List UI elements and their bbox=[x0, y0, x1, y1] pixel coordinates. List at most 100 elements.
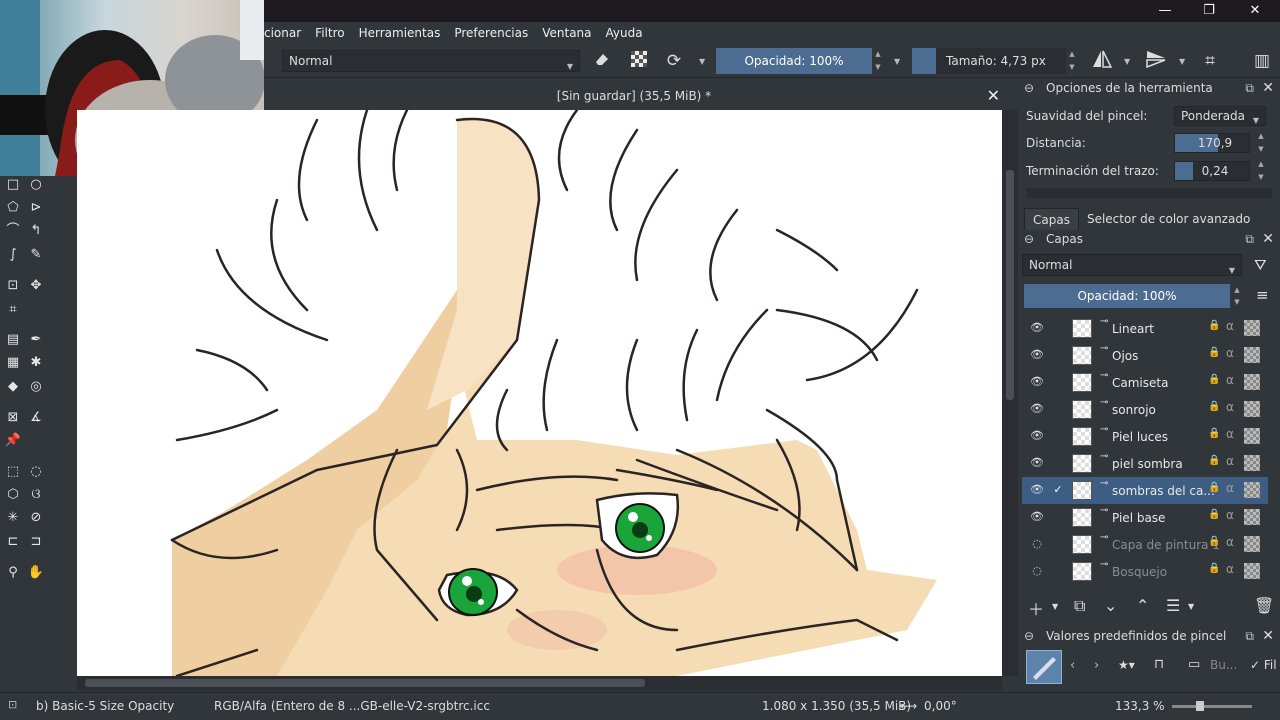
lock-icon[interactable]: 🔒 bbox=[1208, 401, 1220, 412]
rectangle-tool-icon[interactable]: □ bbox=[4, 176, 22, 194]
inherit-alpha-icon[interactable] bbox=[1244, 455, 1260, 471]
gradient-tool-icon[interactable]: ▤ bbox=[4, 331, 22, 349]
layer-row[interactable]: 👁 ⊸ piel sombra 🔒 α bbox=[1022, 450, 1268, 477]
alpha-lock-icon[interactable]: α bbox=[1226, 400, 1234, 414]
measure-tool-icon[interactable]: ∡ bbox=[27, 409, 45, 427]
layer-select-check[interactable] bbox=[1052, 403, 1064, 415]
bezier-select-tool-icon[interactable]: ⊏ bbox=[4, 533, 22, 551]
fill-tool-icon[interactable]: ◆ bbox=[4, 378, 22, 396]
inherit-alpha-icon[interactable] bbox=[1244, 320, 1260, 336]
float-panel-icon[interactable]: ⧉ bbox=[1245, 78, 1254, 98]
brush-preset-icon[interactable]: ⊡ bbox=[8, 698, 17, 711]
lock-icon[interactable]: 🔒 bbox=[1208, 374, 1220, 385]
drawing-canvas[interactable] bbox=[77, 110, 1002, 676]
layer-row[interactable]: 👁 ⊸ Lineart 🔒 α bbox=[1022, 315, 1268, 342]
layer-select-check[interactable] bbox=[1052, 565, 1064, 577]
move-tool-icon[interactable]: ✥ bbox=[27, 277, 45, 295]
zoom-tool-icon[interactable]: ⚲ bbox=[4, 564, 22, 582]
float-panel-icon[interactable]: ⧉ bbox=[1245, 229, 1254, 249]
enclose-fill-tool-icon[interactable]: ◎ bbox=[27, 378, 45, 396]
previous-icon[interactable]: ‹ bbox=[1070, 658, 1075, 673]
lock-icon[interactable]: 🔒 bbox=[1208, 536, 1220, 547]
menu-ventana[interactable]: Ventana bbox=[542, 26, 591, 40]
menu-seleccionar[interactable]: cionar bbox=[264, 26, 301, 40]
layer-row[interactable]: 👁 ⊸ sonrojo 🔒 α bbox=[1022, 396, 1268, 423]
next-icon[interactable]: › bbox=[1094, 658, 1099, 673]
lock-icon[interactable]: 🔒 bbox=[1208, 509, 1220, 520]
hidden-eye-icon[interactable]: ◌ bbox=[1030, 537, 1044, 551]
inherit-alpha-icon[interactable] bbox=[1244, 482, 1260, 498]
polygon-tool-icon[interactable]: ⬠ bbox=[4, 199, 22, 217]
opacity-spin[interactable]: ▲ ▼ bbox=[873, 48, 883, 74]
panels-icon[interactable]: ▥ bbox=[1250, 50, 1274, 72]
mirror-horizontal-icon[interactable] bbox=[1090, 50, 1114, 72]
reload-preset-icon[interactable]: ⟳ bbox=[662, 50, 686, 72]
zoom-slider-handle[interactable] bbox=[1196, 701, 1204, 711]
blend-mode-select[interactable]: Normal ▼ bbox=[282, 50, 580, 72]
menu-filtro[interactable]: Filtro bbox=[315, 26, 344, 40]
alpha-lock-icon[interactable]: α bbox=[1226, 373, 1234, 387]
menu-icon[interactable]: ≡ bbox=[1256, 286, 1269, 304]
freehand-select-tool-icon[interactable]: ଓ bbox=[27, 486, 45, 504]
chevron-down-icon[interactable]: ▼ bbox=[1124, 57, 1130, 66]
layer-select-check[interactable] bbox=[1052, 376, 1064, 388]
polyline-tool-icon[interactable]: ⊳ bbox=[27, 199, 45, 217]
layer-row[interactable]: 👁 ⊸ Piel luces 🔒 α bbox=[1022, 423, 1268, 450]
alpha-lock-icon[interactable]: α bbox=[1226, 535, 1234, 549]
vertical-scrollbar[interactable] bbox=[1002, 110, 1018, 676]
menu-preferencias[interactable]: Preferencias bbox=[454, 26, 528, 40]
freehand-path-tool-icon[interactable]: ↰ bbox=[27, 222, 45, 240]
move-layer-up-icon[interactable]: ⌃ bbox=[1136, 596, 1149, 615]
lock-icon[interactable]: 🔒 bbox=[1208, 482, 1220, 493]
inherit-alpha-icon[interactable] bbox=[1244, 374, 1260, 390]
alpha-lock-icon[interactable]: α bbox=[1226, 481, 1234, 495]
distance-spin[interactable]: ▲ ▼ bbox=[1256, 130, 1266, 156]
add-layer-icon[interactable]: ＋ bbox=[1028, 596, 1044, 620]
menu-ayuda[interactable]: Ayuda bbox=[606, 26, 643, 40]
inherit-alpha-icon[interactable] bbox=[1244, 401, 1260, 417]
maximize-button[interactable]: ❐ bbox=[1186, 0, 1232, 22]
move-layer-down-icon[interactable]: ⌄ bbox=[1104, 596, 1117, 615]
filter-icon[interactable]: ⛛ bbox=[1254, 256, 1267, 274]
chevron-down-icon[interactable]: ▼ bbox=[894, 57, 900, 66]
mirror-vertical-icon[interactable] bbox=[1144, 50, 1168, 72]
brush-smoothing-select[interactable]: Ponderada ▼ bbox=[1174, 106, 1266, 126]
size-spin[interactable]: ▲ ▼ bbox=[1067, 48, 1077, 74]
eye-icon[interactable]: 👁 bbox=[1030, 483, 1044, 497]
stroke-ending-slider[interactable]: 0,24 bbox=[1174, 161, 1250, 181]
preset-search-input[interactable]: Bu... bbox=[1210, 658, 1237, 672]
layer-select-check[interactable] bbox=[1052, 349, 1064, 361]
eye-icon[interactable]: 👁 bbox=[1030, 429, 1044, 443]
lock-icon[interactable]: 🔒 bbox=[1208, 428, 1220, 439]
float-panel-icon[interactable]: ⧉ bbox=[1245, 626, 1254, 646]
pan-tool-icon[interactable]: ✋ bbox=[27, 564, 45, 582]
lock-icon[interactable]: 🔒 bbox=[1208, 563, 1220, 574]
layer-select-check[interactable]: ✓ bbox=[1052, 484, 1064, 496]
similar-select-tool-icon[interactable]: ⊘ bbox=[27, 509, 45, 527]
eye-icon[interactable]: 👁 bbox=[1030, 510, 1044, 524]
eye-icon[interactable]: 👁 bbox=[1030, 375, 1044, 389]
horizontal-scrollbar[interactable] bbox=[77, 676, 1002, 690]
chevron-down-icon[interactable]: ▼ bbox=[699, 57, 705, 66]
multibrush-tool-icon[interactable]: ✎ bbox=[27, 246, 45, 264]
alpha-lock-icon[interactable] bbox=[627, 50, 651, 72]
alpha-lock-icon[interactable]: α bbox=[1226, 508, 1234, 522]
layer-row[interactable]: 👁 ⊸ Piel base 🔒 α bbox=[1022, 504, 1268, 531]
opacity-slider[interactable]: Opacidad: 100% bbox=[716, 48, 872, 74]
color-picker-icon[interactable]: ✒ bbox=[27, 331, 45, 349]
inherit-alpha-icon[interactable] bbox=[1244, 347, 1260, 363]
eye-icon[interactable]: 👁 bbox=[1030, 402, 1044, 416]
ellipse-select-tool-icon[interactable]: ◌ bbox=[27, 463, 45, 481]
tab-color-selector[interactable]: Selector de color avanzado bbox=[1079, 208, 1258, 230]
close-window-button[interactable]: ✕ bbox=[1232, 0, 1278, 22]
close-panel-icon[interactable]: ✕ bbox=[1262, 626, 1274, 646]
eye-icon[interactable]: 👁 bbox=[1030, 348, 1044, 362]
layer-blend-select[interactable]: Normal ▼ bbox=[1022, 254, 1242, 276]
alpha-lock-icon[interactable]: α bbox=[1226, 562, 1234, 576]
eye-icon[interactable]: 👁 bbox=[1030, 321, 1044, 335]
layer-select-check[interactable] bbox=[1052, 430, 1064, 442]
tag-star-icon[interactable]: ★▾ bbox=[1118, 658, 1135, 672]
inherit-alpha-icon[interactable] bbox=[1244, 563, 1260, 579]
size-slider[interactable]: Tamaño: 4,73 px bbox=[936, 48, 1066, 74]
alpha-lock-icon[interactable]: α bbox=[1226, 319, 1234, 333]
